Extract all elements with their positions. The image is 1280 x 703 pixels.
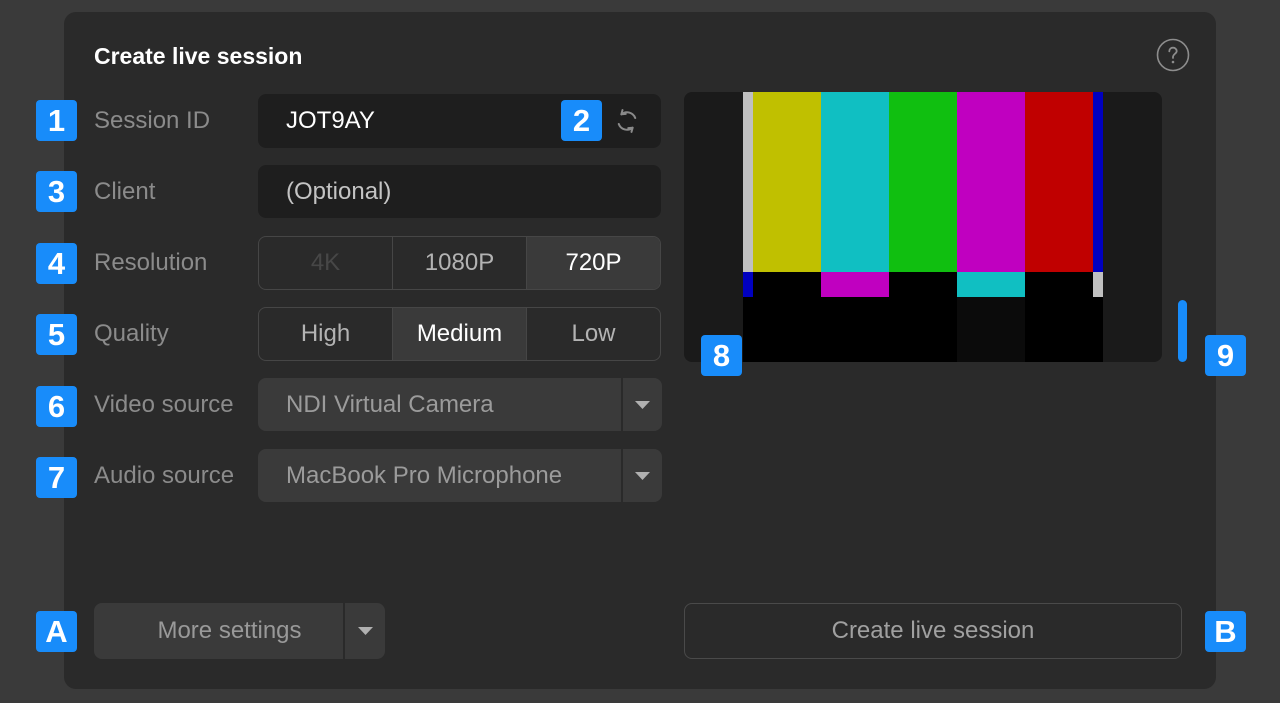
create-live-session-screen: Create live session 1 Session ID 2 3 Cli… (0, 0, 1280, 703)
audio-level-meter (1178, 92, 1187, 362)
video-source-select[interactable]: NDI Virtual Camera (258, 378, 662, 431)
audio-source-value: MacBook Pro Microphone (286, 462, 563, 489)
color-bar-top-4 (889, 92, 957, 272)
quality-segmented-control: High Medium Low (258, 307, 661, 361)
resolution-label: Resolution (94, 249, 208, 276)
more-settings-label: More settings (157, 617, 302, 644)
audio-source-select[interactable]: MacBook Pro Microphone (258, 449, 662, 502)
session-id-input[interactable] (258, 94, 558, 148)
color-bar-middle-1 (743, 272, 753, 297)
more-settings-split-button: More settings (94, 603, 385, 659)
client-input[interactable] (258, 165, 661, 218)
color-bar-bottom-3 (821, 297, 889, 362)
session-id-label: Session ID (94, 107, 211, 134)
resolution-option-720p[interactable]: 720P (526, 237, 660, 289)
color-bar-bottom-4 (889, 297, 957, 362)
color-bar-bottom-2 (753, 297, 821, 362)
resolution-option-4k: 4K (310, 249, 341, 276)
annotation-badge-4: 4 (36, 243, 77, 284)
color-bar-bottom-5 (957, 297, 1025, 362)
color-bar-middle-7 (1093, 272, 1103, 297)
caret-down-icon[interactable] (623, 378, 662, 431)
create-live-session-button[interactable]: Create live session (684, 603, 1182, 659)
color-bar-middle-6 (1025, 272, 1093, 297)
color-bars-test-pattern (743, 92, 1103, 362)
audio-source-label: Audio source (94, 462, 235, 489)
caret-down-icon[interactable] (623, 449, 662, 502)
color-bar-top-6 (1025, 92, 1093, 272)
create-live-session-label: Create live session (831, 617, 1035, 644)
dialog-title: Create live session (94, 43, 303, 69)
annotation-badge-5: 5 (36, 314, 77, 355)
client-field (258, 165, 661, 218)
color-bar-top-7 (1093, 92, 1103, 272)
color-bar-bottom-1 (743, 297, 753, 362)
color-bar-top-1 (743, 92, 753, 272)
color-bar-middle-3 (821, 272, 889, 297)
color-bar-middle-5 (957, 272, 1025, 297)
annotation-badge-6: 6 (36, 386, 77, 427)
video-source-value: NDI Virtual Camera (286, 391, 494, 418)
refresh-icon (617, 109, 637, 133)
quality-option-low[interactable]: Low (526, 308, 660, 360)
caret-down-icon[interactable] (345, 603, 385, 659)
video-preview (684, 92, 1162, 362)
regenerate-session-id-button[interactable] (611, 104, 643, 138)
annotation-badge-a: A (36, 611, 77, 652)
color-bar-middle-2 (753, 272, 821, 297)
annotation-badge-9: 9 (1205, 335, 1246, 376)
question-circle-icon (1156, 38, 1190, 72)
color-bar-top-2 (753, 92, 821, 272)
audio-level-fill (1178, 299, 1187, 362)
color-bar-bottom-6 (1025, 297, 1093, 362)
color-bar-middle-4 (889, 272, 957, 297)
annotation-badge-b: B (1205, 611, 1246, 652)
quality-option-high[interactable]: High (259, 308, 392, 360)
resolution-option-1080p[interactable]: 1080P (392, 237, 526, 289)
resolution-segmented-control: 4K 1080P 720P (258, 236, 661, 290)
color-bar-top-5 (957, 92, 1025, 272)
color-bar-bottom-7 (1093, 297, 1103, 362)
annotation-badge-7: 7 (36, 457, 77, 498)
quality-option-medium[interactable]: Medium (392, 308, 526, 360)
client-label: Client (94, 178, 156, 205)
annotation-badge-2: 2 (561, 100, 602, 141)
annotation-badge-8: 8 (701, 335, 742, 376)
quality-label: Quality (94, 320, 169, 347)
color-bar-top-3 (821, 92, 889, 272)
annotation-badge-3: 3 (36, 171, 77, 212)
annotation-badge-1: 1 (36, 100, 77, 141)
help-button[interactable] (1156, 38, 1190, 72)
video-source-label: Video source (94, 391, 234, 418)
